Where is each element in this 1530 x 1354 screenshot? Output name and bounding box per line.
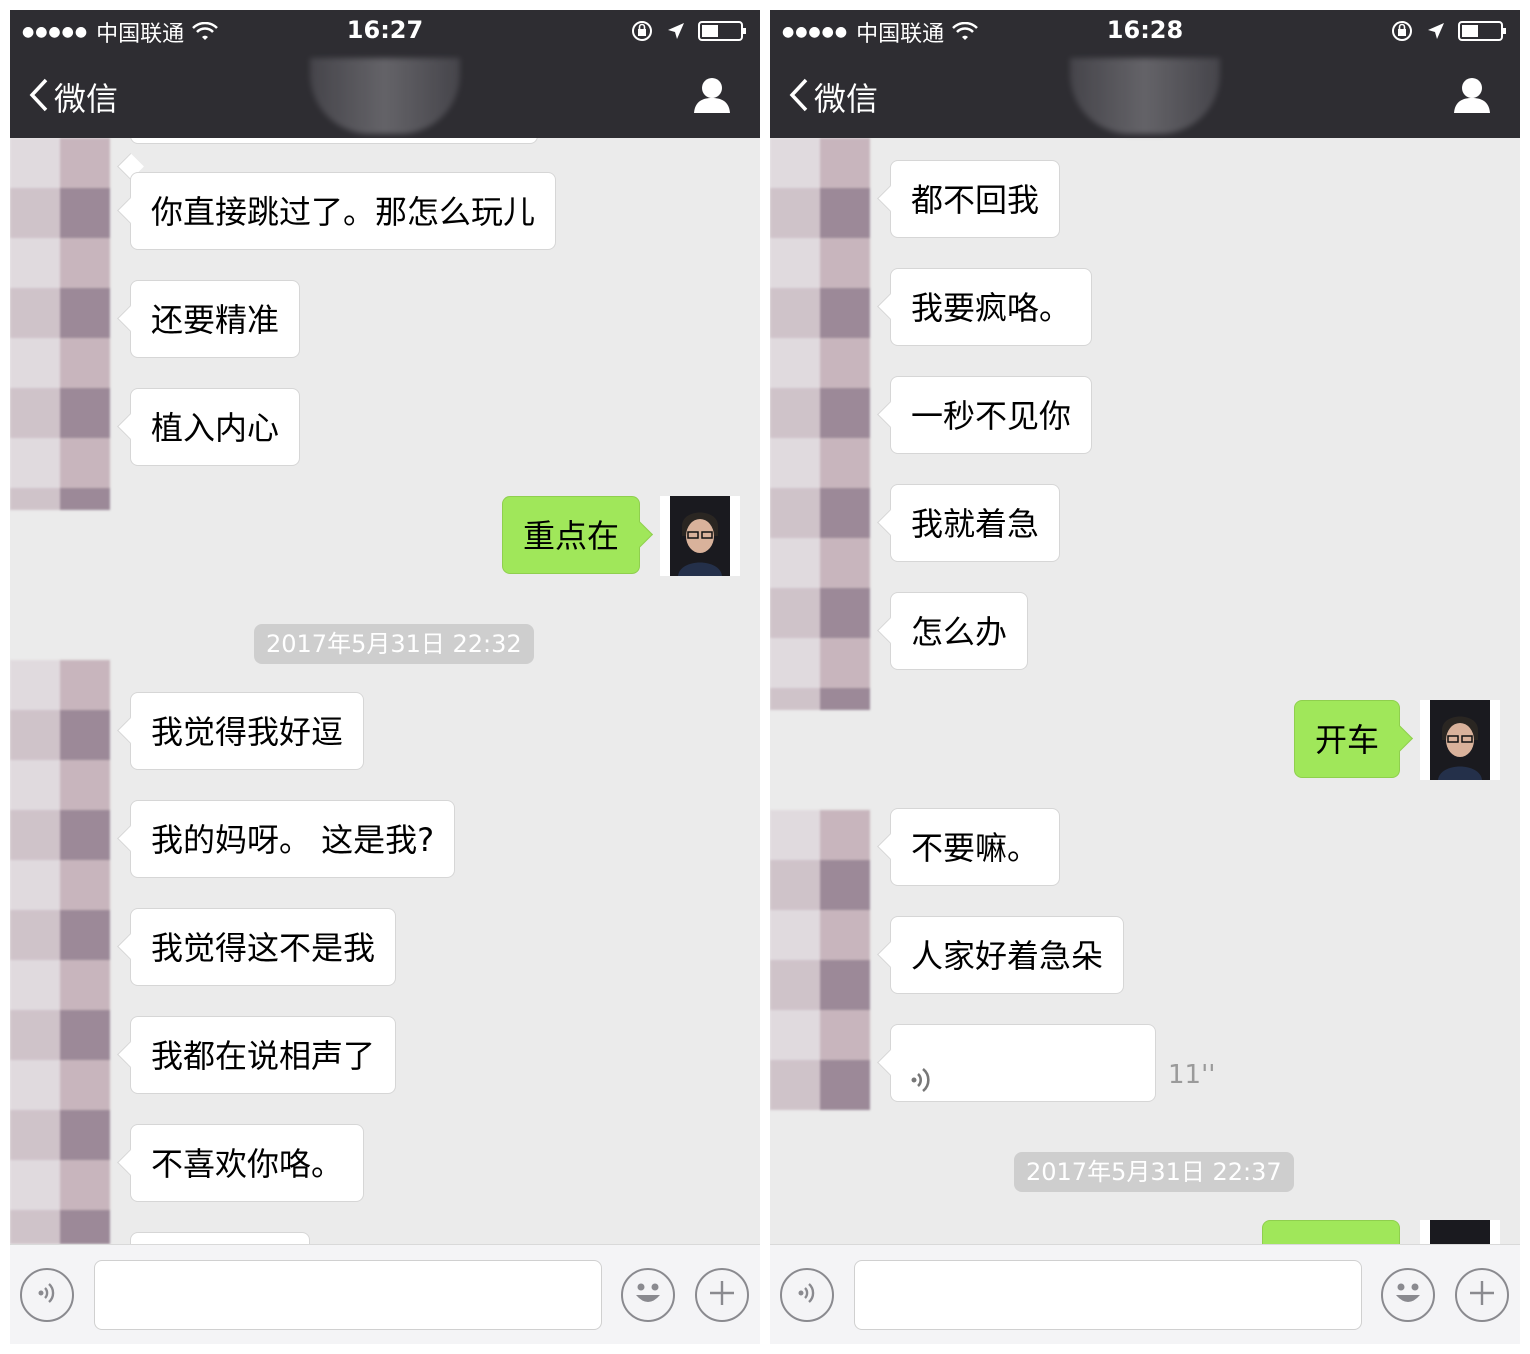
message-received[interactable]: 我要疯咯。 xyxy=(890,268,1093,346)
message-received[interactable]: 你直接跳过了。那怎么玩儿 xyxy=(130,172,557,250)
input-bar xyxy=(10,1244,760,1344)
chat-info-button[interactable] xyxy=(692,76,732,118)
message-received[interactable]: 还要精准 xyxy=(130,280,301,358)
battery-icon xyxy=(698,20,748,46)
message-sent[interactable]: 开车 xyxy=(1293,700,1400,778)
message-received[interactable]: 不要嘛。 xyxy=(890,808,1061,886)
my-avatar[interactable] xyxy=(1420,700,1500,780)
message-received[interactable]: 不喜欢你咯。 xyxy=(130,1124,365,1202)
contact-avatar-blurred[interactable] xyxy=(770,138,870,710)
plus-icon xyxy=(707,1278,737,1312)
smiley-icon xyxy=(628,1273,668,1317)
message-sent[interactable] xyxy=(1262,1220,1400,1244)
chat-info-button[interactable] xyxy=(1452,76,1492,118)
back-label: 微信 xyxy=(814,80,879,118)
my-avatar[interactable] xyxy=(1420,1220,1500,1244)
voice-icon xyxy=(32,1278,62,1312)
smiley-icon xyxy=(1388,1273,1428,1317)
plus-icon xyxy=(1467,1278,1497,1312)
message-received[interactable] xyxy=(130,1232,310,1244)
voice-icon xyxy=(792,1278,822,1312)
back-button[interactable]: 微信 xyxy=(788,74,878,120)
voice-button[interactable] xyxy=(780,1268,834,1322)
back-button[interactable]: 微信 xyxy=(28,74,118,120)
nav-bar: 微信 xyxy=(10,50,760,138)
contact-avatar-blurred[interactable] xyxy=(770,810,870,1110)
status-right xyxy=(1390,19,1508,47)
message-input[interactable] xyxy=(854,1260,1362,1330)
message-sent[interactable]: 重点在 xyxy=(501,496,640,574)
timestamp: 2017年5月31日 22:32 xyxy=(254,624,534,664)
more-button[interactable] xyxy=(695,1268,749,1322)
rotation-lock-icon xyxy=(1390,19,1414,47)
battery-icon xyxy=(1458,20,1508,46)
blurred-contact-name xyxy=(310,58,460,134)
nav-bar: 微信 xyxy=(770,50,1520,138)
chevron-left-icon xyxy=(28,77,50,117)
location-arrow-icon xyxy=(666,21,686,45)
voice-message[interactable] xyxy=(890,1024,1156,1102)
input-bar xyxy=(770,1244,1520,1344)
chat-screen-left: ●●●●● 中国联通 16:27 微信 你直接跳过了。那怎么玩儿 还要精准 植入… xyxy=(10,10,760,1344)
location-arrow-icon xyxy=(1426,21,1446,45)
message-received[interactable]: 我的妈呀。 这是我? xyxy=(130,800,456,878)
message-received[interactable]: 怎么办 xyxy=(890,592,1029,670)
message-received[interactable]: 一秒不见你 xyxy=(890,376,1093,454)
emoji-button[interactable] xyxy=(1381,1268,1435,1322)
voice-button[interactable] xyxy=(20,1268,74,1322)
message-received[interactable]: 我觉得这不是我 xyxy=(130,908,397,986)
chevron-left-icon xyxy=(788,77,810,117)
voice-duration: 11'' xyxy=(1168,1060,1216,1090)
message-received[interactable]: 都不回我 xyxy=(890,160,1061,238)
status-bar: ●●●●● 中国联通 16:28 xyxy=(770,10,1520,50)
message-list[interactable]: 你直接跳过了。那怎么玩儿 还要精准 植入内心 重点在 2017年5月31日 22… xyxy=(10,138,760,1244)
timestamp: 2017年5月31日 22:37 xyxy=(1014,1152,1294,1192)
contact-avatar-blurred[interactable] xyxy=(10,138,110,510)
voice-icon xyxy=(907,1047,937,1125)
person-icon xyxy=(692,78,732,118)
message-input[interactable] xyxy=(94,1260,602,1330)
contact-avatar-blurred[interactable] xyxy=(10,660,110,1244)
person-icon xyxy=(1452,78,1492,118)
message-received[interactable]: 植入内心 xyxy=(130,388,301,466)
message-received[interactable] xyxy=(130,138,538,144)
status-right xyxy=(630,19,748,47)
message-received[interactable]: 我觉得我好逗 xyxy=(130,692,365,770)
message-received[interactable]: 人家好着急朵 xyxy=(890,916,1125,994)
emoji-button[interactable] xyxy=(621,1268,675,1322)
back-label: 微信 xyxy=(54,80,119,118)
rotation-lock-icon xyxy=(630,19,654,47)
message-list[interactable]: 都不回我 我要疯咯。 一秒不见你 我就着急 怎么办 开车 不要嘛。 人家好着急朵… xyxy=(770,138,1520,1244)
status-bar: ●●●●● 中国联通 16:27 xyxy=(10,10,760,50)
message-received[interactable]: 我都在说相声了 xyxy=(130,1016,397,1094)
more-button[interactable] xyxy=(1455,1268,1509,1322)
my-avatar[interactable] xyxy=(660,496,740,576)
chat-screen-right: ●●●●● 中国联通 16:28 微信 都不回我 我要疯咯。 一秒不见你 我就着… xyxy=(770,10,1520,1344)
message-received[interactable]: 我就着急 xyxy=(890,484,1061,562)
blurred-contact-name xyxy=(1070,58,1220,134)
